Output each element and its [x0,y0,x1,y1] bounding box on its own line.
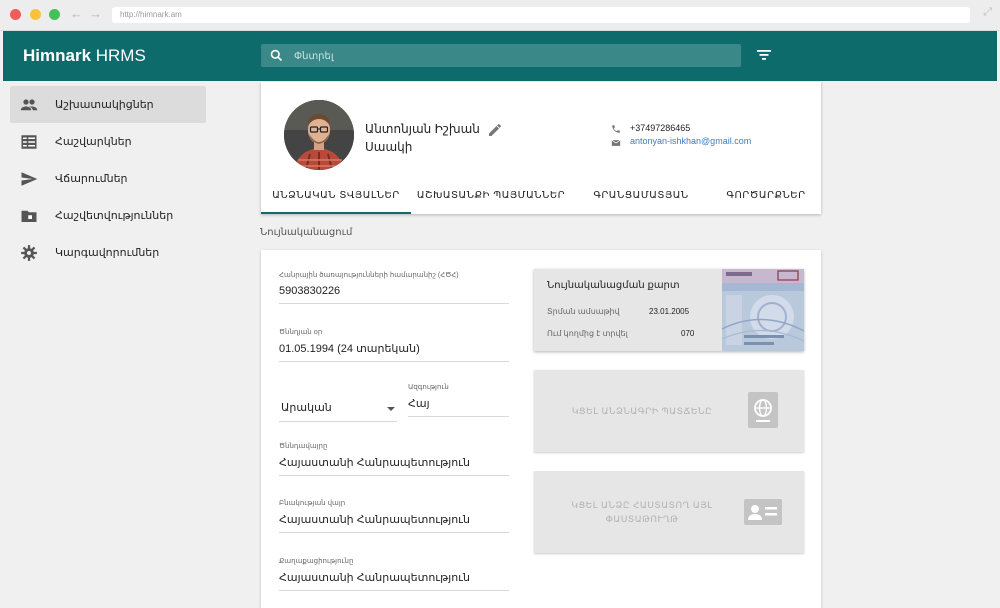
email-icon [611,139,621,146]
id-badge-icon [744,499,782,525]
sidebar-item-calculations[interactable]: Հաշվարկներ [10,123,206,160]
nationality-field[interactable]: Ազգություն Հայ [408,383,509,417]
list-icon [21,135,37,149]
id-card-title: Նույնականացման քարտ [547,280,680,291]
sidebar-item-label: Կարգավորումներ [55,247,160,259]
search-icon [270,49,283,62]
birthplace-label: Ծննդավայրը [279,443,328,450]
gender-select[interactable]: Արական [279,399,397,422]
sidebar-item-payments[interactable]: Վճարումներ [10,160,206,197]
phone-icon [612,125,620,133]
filter-icon[interactable] [755,48,773,62]
employee-name-line1: Անտոնյան Իշխան [365,122,480,136]
avatar-photo [284,100,354,170]
nationality-label: Ազգություն [408,384,449,391]
ssn-field[interactable]: Հանրային ծառայությունների համարանիշ (ՀԾՀ… [279,271,509,304]
close-window-dot[interactable] [10,9,21,20]
people-icon [20,99,38,111]
upload-passport-label: ԿՑԵԼ ԱՆՁՆԱԳՐԻ ՊԱՏՃԵՆԸ [571,406,713,416]
profile-tabs: ԱՆՁՆԱԿԱՆ ՏՎՅԱԼՆԵՐ ԱՇԽԱՏԱՆՔԻ ՊԱՅՄԱՆՆԵՐ ԳՐ… [261,178,821,214]
chevron-down-icon [387,407,395,411]
tab-personal-data[interactable]: ԱՆՁՆԱԿԱՆ ՏՎՅԱԼՆԵՐ [261,178,411,214]
ssn-value: 5903830226 [279,285,341,297]
url-bar[interactable]: http://himnark.am [112,7,970,23]
phone-number: +37497286465 [630,123,691,133]
sidebar-item-label: Աշխատակիցներ [55,99,154,111]
nationality-value: Հայ [408,398,430,410]
maximize-window-dot[interactable] [49,9,60,20]
search-box[interactable] [261,44,741,67]
upload-other-document-button[interactable]: ԿՑԵԼ ԱՆՁԸ ՀԱՍՏԱՏՈՂ ԱՅԼ ՓԱՍՏԱԹՈՒՂԹ [534,471,804,553]
send-icon [21,172,38,186]
issue-date-value: 23.01.2005 [649,307,690,316]
sidebar-item-label: Հաշվետվություններ [55,210,174,222]
id-card-thumbnail[interactable] [722,269,804,351]
sidebar-item-employees[interactable]: Աշխատակիցներ [10,86,206,123]
issue-date-label: Տրման ամսաթիվ [547,307,620,316]
expand-icon[interactable]: ⤢ [983,6,992,19]
birthdate-field[interactable]: Ծննդյան օր 01.05.1994 (24 տարեկան) [279,328,509,362]
id-card-image [722,269,804,351]
id-card-document[interactable]: Նույնականացման քարտ Տրման ամսաթիվ 23.01.… [534,269,804,351]
employee-name-line2: Սաակի [365,140,413,154]
sidebar-item-reports[interactable]: Հաշվետվություններ [10,197,206,234]
browser-chrome: ← → http://himnark.am ⤢ [0,0,1000,31]
tab-register[interactable]: ԳՐԱՆՑԱՄԱՏՅԱՆ [581,178,701,214]
edit-icon[interactable] [487,122,503,138]
residence-value: Հայաստանի Հանրապետություն [279,514,470,526]
profile-card: Անտոնյան Իշխան Սաակի +37497286465 antony… [261,82,821,214]
back-arrow-icon[interactable]: ← [70,6,83,21]
birthplace-value: Հայաստանի Հանրապետություն [279,457,470,469]
search-input[interactable] [292,47,716,66]
sidebar: Աշխատակիցներ Հաշվարկներ Վճարումներ Հաշվե… [10,86,206,271]
residence-label: Բնակության վայր [279,500,346,507]
birthdate-label: Ծննդյան օր [279,329,323,336]
section-title: Նույնականացում [260,227,353,238]
gear-icon [21,245,37,261]
upload-other-document-label: ԿՑԵԼ ԱՆՁԸ ՀԱՍՏԱՏՈՂ ԱՅԼ ՓԱՍՏԱԹՈՒՂԹ [571,500,713,524]
citizenship-value: Հայաստանի Հանրապետություն [279,572,470,584]
email-link[interactable]: antonyan-ishkhan@gmail.com [630,136,751,146]
citizenship-field[interactable]: Քաղաքացիությունը Հայաստանի Հանրապետությո… [279,557,509,591]
sidebar-item-label: Հաշվարկներ [55,136,132,148]
issuer-label: Ում կողմից է տրվել [547,329,628,338]
residence-field[interactable]: Բնակության վայր Հայաստանի Հանրապետությու… [279,499,509,533]
folder-icon [21,210,37,222]
tab-actions[interactable]: ԳՈՐԾԱՐՔՆԵՐ [711,178,821,214]
birthplace-field[interactable]: Ծննդավայրը Հայաստանի Հանրապետություն [279,442,509,476]
sidebar-item-label: Վճարումներ [55,173,128,185]
gender-value: Արական [281,402,332,414]
minimize-window-dot[interactable] [30,9,41,20]
citizenship-label: Քաղաքացիությունը [279,558,354,565]
sidebar-item-settings[interactable]: Կարգավորումներ [10,234,206,271]
forward-arrow-icon[interactable]: → [89,6,102,21]
brand-logo[interactable]: Himnark HRMS [23,46,146,66]
identification-card: Հանրային ծառայությունների համարանիշ (ՀԾՀ… [261,250,821,608]
tab-work-conditions[interactable]: ԱՇԽԱՏԱՆՔԻ ՊԱՅՄԱՆՆԵՐ [411,178,571,214]
passport-icon [748,392,778,428]
issuer-value: 070 [681,329,695,338]
birthdate-value: 01.05.1994 (24 տարեկան) [279,343,420,355]
ssn-label: Հանրային ծառայությունների համարանիշ (ՀԾՀ… [279,272,459,279]
upload-passport-button[interactable]: ԿՑԵԼ ԱՆՁՆԱԳՐԻ ՊԱՏՃԵՆԸ [534,370,804,452]
app-bar: Himnark HRMS [3,31,997,81]
avatar [284,100,354,170]
